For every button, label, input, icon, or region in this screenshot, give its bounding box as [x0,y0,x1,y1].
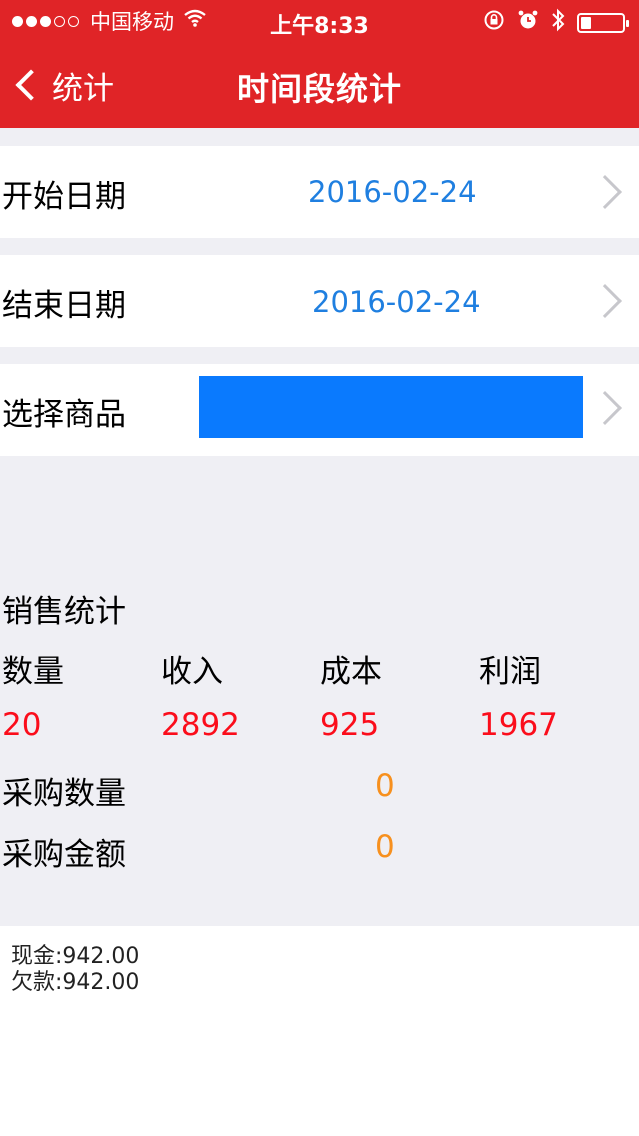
product-row[interactable]: 选择商品 [0,364,639,456]
purchase-quantity-value: 0 [375,768,395,804]
sales-header-revenue: 收入 [161,654,223,690]
end-date-row[interactable]: 结束日期 2016-02-24 [0,255,639,347]
sales-header-quantity: 数量 [2,654,64,690]
battery-icon [577,12,629,33]
purchase-amount-label: 采购金额 [2,837,126,873]
sales-value-revenue: 2892 [161,707,240,743]
product-selector[interactable] [199,376,583,438]
purchase-quantity-label: 采购数量 [2,776,126,812]
sales-value-profit: 1967 [479,707,558,743]
status-bar: 中国移动 上午8:33 [0,0,639,42]
rotation-lock-icon [483,9,505,36]
chevron-right-icon [588,391,622,425]
app-header: 中国移动 上午8:33 统计 时间段统计 [0,0,639,128]
purchase-amount-value: 0 [375,829,395,865]
end-date-value: 2016-02-24 [312,285,481,319]
start-date-row[interactable]: 开始日期 2016-02-24 [0,146,639,238]
start-date-value: 2016-02-24 [308,175,477,209]
alarm-icon [517,9,539,36]
status-icons [483,8,629,37]
sales-header-cost: 成本 [320,654,382,690]
cash-amount: 现金:942.00 [11,944,140,969]
chevron-right-icon [588,175,622,209]
battery-level [581,16,591,29]
sales-value-quantity: 20 [2,707,42,743]
debt-amount: 欠款:942.00 [11,970,140,995]
product-label: 选择商品 [2,397,126,433]
sales-value-cost: 925 [320,707,380,743]
start-date-label: 开始日期 [2,179,126,215]
sales-section-title: 销售统计 [2,594,126,630]
chevron-right-icon [588,284,622,318]
payment-summary: 现金:942.00 欠款:942.00 [11,944,139,996]
sales-header-profit: 利润 [479,654,541,690]
end-date-label: 结束日期 [2,288,126,324]
navigation-bar: 统计 时间段统计 [0,42,639,128]
bluetooth-icon [551,8,565,37]
page-title: 时间段统计 [236,70,402,108]
